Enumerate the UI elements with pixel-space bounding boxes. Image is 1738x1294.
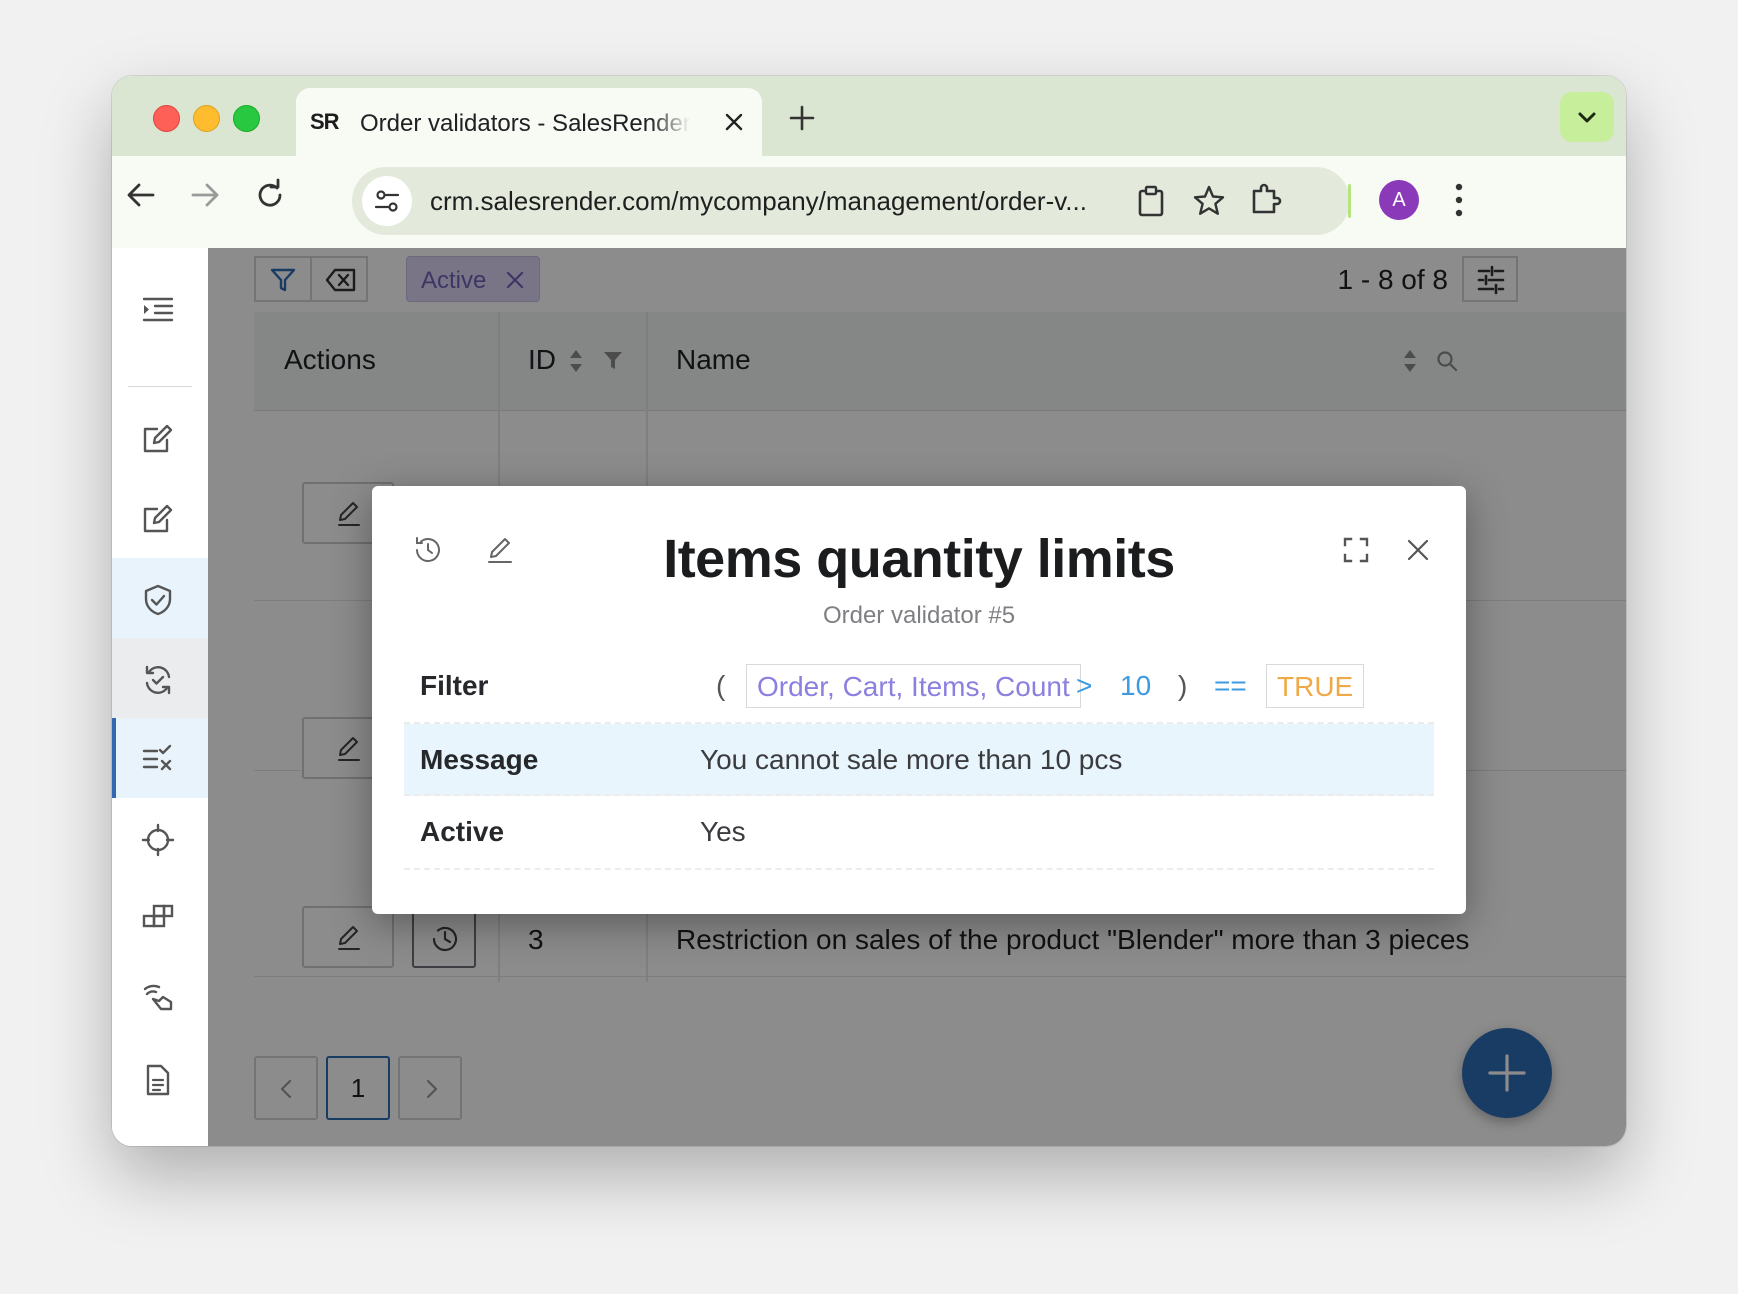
window-close-button[interactable] [153,105,180,132]
extensions-icon[interactable] [1248,181,1284,217]
sidebar-item-documents[interactable] [112,1038,208,1118]
clipboard-icon[interactable] [1134,184,1168,218]
sidebar-item-security[interactable] [112,558,208,638]
message-row: Message You cannot sale more than 10 pcs [404,724,1434,796]
modal-subtitle: Order validator #5 [822,602,1016,629]
favicon: SR [310,106,346,138]
sidebar-item-sync[interactable] [112,638,208,718]
filter-comparator-token: == [1214,670,1247,701]
edit-note-icon [143,504,173,533]
tab-search-button[interactable] [1560,92,1614,142]
active-label: Active [420,816,505,847]
close-tab-icon[interactable] [722,110,746,134]
message-label: Message [420,744,539,775]
url-text[interactable]: crm.salesrender.com/mycompany/management… [430,186,1200,217]
address-bar[interactable]: crm.salesrender.com/mycompany/management… [352,167,1350,235]
toolbar-separator [1348,184,1351,218]
shield-check-icon [144,584,172,616]
document-icon [146,1064,170,1096]
more-vertical-icon[interactable] [1454,182,1464,218]
filter-open-paren: ( [716,670,726,701]
checklist-icon [142,744,172,771]
tab-strip: SR Order validators - SalesRender [112,76,1626,156]
chevron-down-icon [1578,112,1596,123]
blocks-icon [142,904,174,928]
sidebar-item-targets[interactable] [112,798,208,878]
filter-result-token: TRUE [1266,664,1365,708]
forward-arrow-icon[interactable] [188,178,222,212]
reload-icon[interactable] [253,178,287,212]
edit-note-icon [143,424,173,453]
sidebar-item-forms[interactable] [112,478,208,558]
crosshair-icon [141,823,175,857]
tab-title: Order validators - SalesRender [360,110,690,137]
sidebar-item-order-validators[interactable] [112,718,208,798]
tune-icon [374,190,400,212]
indent-list-icon [142,297,174,322]
modal-title: Items quantity limits [663,529,1175,589]
site-info-button[interactable] [362,176,412,226]
profile-avatar[interactable]: A [1379,180,1419,220]
filter-row: Filter ( Order, Cart, Items, Count > 10 … [404,650,1434,724]
sidebar-item-telephony[interactable] [112,958,208,1038]
sidebar [112,248,209,1146]
sidebar-item-orders[interactable] [112,398,208,478]
sidebar-item-modules[interactable] [112,878,208,958]
sidebar-item-collapse[interactable] [112,270,208,350]
filter-close-paren: ) [1178,670,1188,701]
star-icon[interactable] [1192,184,1226,218]
filter-field-token: Order, Cart, Items, Count [746,664,1081,708]
validator-details-modal: Items quantity limits Order validator #5… [372,486,1466,914]
sidebar-divider [128,386,192,387]
new-tab-icon[interactable] [788,104,816,132]
browser-toolbar: crm.salesrender.com/mycompany/management… [112,156,1626,249]
filter-value-token: 10 [1120,670,1152,701]
sync-check-icon [145,665,171,695]
window-minimize-button[interactable] [193,105,220,132]
signal-hand-icon [143,984,173,1011]
back-arrow-icon[interactable] [124,178,158,212]
filter-label: Filter [420,670,489,701]
active-row: Active Yes [404,796,1434,870]
active-value: Yes [700,816,746,847]
window-maximize-button[interactable] [233,105,260,132]
message-value: You cannot sale more than 10 pcs [700,744,1123,775]
filter-operator-token: > [1076,670,1093,701]
browser-tab[interactable]: SR Order validators - SalesRender [296,88,762,156]
